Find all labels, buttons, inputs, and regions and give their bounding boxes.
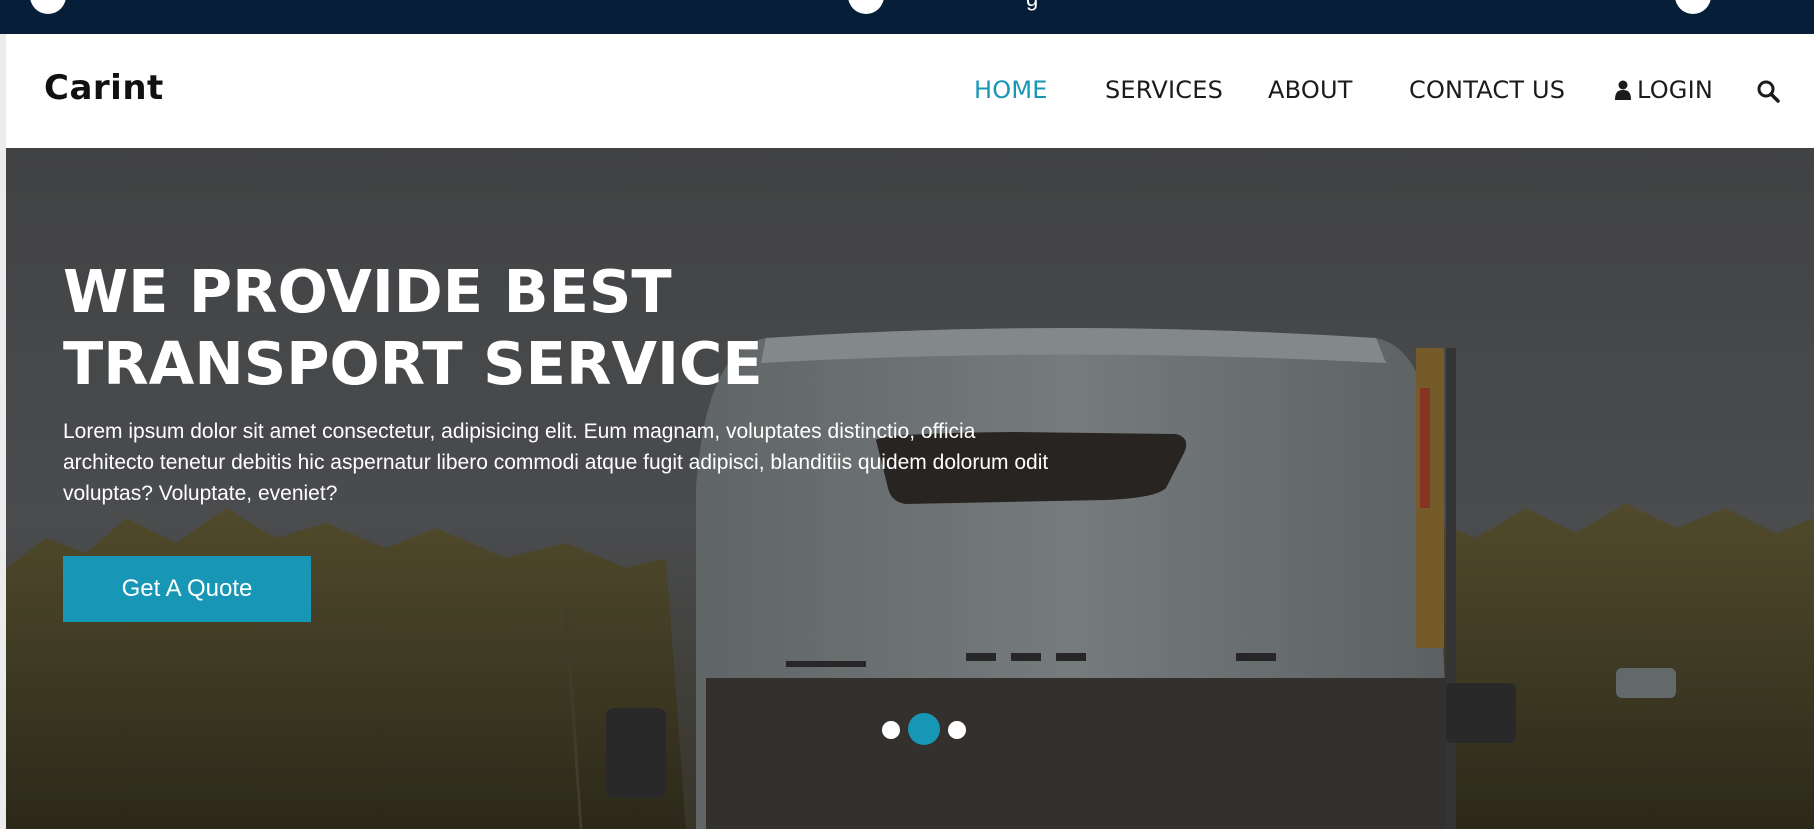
- top-info-bar: g: [0, 0, 1814, 34]
- hero-title-line-1: WE PROVIDE BEST: [63, 257, 672, 326]
- nav-item-contact-us[interactable]: CONTACT US: [1409, 76, 1565, 104]
- hero-title: WE PROVIDE BEST TRANSPORT SERVICE: [63, 256, 963, 400]
- hero-description: Lorem ipsum dolor sit amet consectetur, …: [63, 420, 1049, 505]
- brand-logo[interactable]: Carint: [44, 68, 164, 108]
- nav-item-login[interactable]: LOGIN: [1615, 76, 1713, 106]
- hero-slider: WE PROVIDE BEST TRANSPORT SERVICE Lorem …: [6, 148, 1814, 829]
- get-a-quote-button[interactable]: Get A Quote: [63, 556, 311, 622]
- slider-dot-3[interactable]: [948, 721, 966, 739]
- slider-dot-1[interactable]: [882, 721, 900, 739]
- topbar-text-fragment: g: [1026, 0, 1038, 12]
- hero-title-line-2: TRANSPORT SERVICE: [63, 329, 763, 398]
- nav-item-about[interactable]: ABOUT: [1268, 76, 1353, 104]
- topbar-icon-2: [848, 0, 884, 14]
- search-icon[interactable]: [1756, 79, 1780, 108]
- main-navbar: Carint HOME SERVICES ABOUT CONTACT US LO…: [6, 34, 1814, 148]
- topbar-icon-1: [30, 0, 66, 14]
- nav-item-home[interactable]: HOME: [974, 76, 1048, 104]
- topbar-icon-3: [1675, 0, 1711, 14]
- nav-item-login-label: LOGIN: [1637, 76, 1714, 104]
- slider-dot-2-active[interactable]: [908, 713, 940, 745]
- user-icon: [1615, 78, 1631, 106]
- nav-item-services[interactable]: SERVICES: [1105, 76, 1223, 104]
